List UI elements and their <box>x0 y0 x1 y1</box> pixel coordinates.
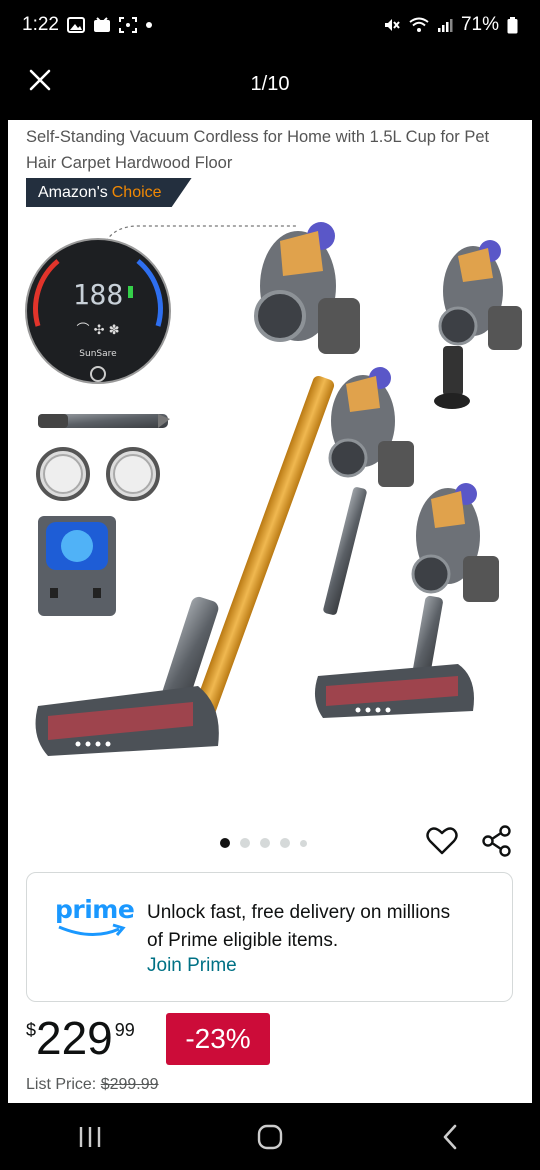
prime-promo-text: Unlock fast, free delivery on millions o… <box>147 902 451 951</box>
badge-accent: Choice <box>111 183 162 201</box>
pagination-dot-5[interactable] <box>300 839 307 847</box>
gallery-icon <box>66 17 85 33</box>
home-icon <box>257 1124 283 1149</box>
discount-badge: -23% <box>166 1013 270 1065</box>
display-readout: 188 <box>73 278 124 311</box>
home-button[interactable] <box>240 1117 300 1157</box>
vacuum-handheld-crevice <box>323 367 414 615</box>
display-brand: SunSare <box>79 349 117 359</box>
status-time: 1:22 <box>22 14 59 35</box>
status-right: 71% <box>383 14 518 36</box>
price-currency: $ <box>26 1020 37 1040</box>
wall-mount-accessory <box>38 516 116 616</box>
battery-percent: 71% <box>460 14 499 35</box>
vacuum-short-floor <box>314 483 499 718</box>
product-image[interactable]: 188 ⌒ ✣ ✽ SunSare <box>18 216 528 816</box>
price: $ 229 99 <box>26 1012 135 1064</box>
price-whole: 229 <box>36 1012 113 1064</box>
recents-icon <box>79 1126 101 1147</box>
price-fraction: 99 <box>114 1020 135 1040</box>
image-pagination[interactable] <box>220 838 307 848</box>
viewer-header: 1/10 <box>0 50 540 118</box>
list-price: List Price: $299.99 <box>26 1076 159 1094</box>
share-icon <box>482 825 511 857</box>
back-icon <box>443 1124 457 1149</box>
signal-icon <box>437 17 453 33</box>
wifi-icon <box>409 17 429 33</box>
dot-icon <box>145 21 153 29</box>
filters-accessory <box>36 447 160 501</box>
pagination-dot-2[interactable] <box>240 838 250 848</box>
status-left: 1:22 <box>22 14 153 36</box>
list-price-value: $299.99 <box>100 1076 159 1093</box>
close-button[interactable] <box>22 62 58 98</box>
join-prime-link[interactable]: Join Prime <box>147 955 237 977</box>
list-price-label: List Price: <box>26 1076 97 1093</box>
screenshot-icon <box>118 17 137 33</box>
app-notification-icon <box>93 17 111 33</box>
crevice-tool-accessory <box>38 414 170 428</box>
prime-logo: prime <box>55 895 135 924</box>
share-button[interactable] <box>481 825 513 857</box>
pagination-dot-4[interactable] <box>280 838 290 848</box>
prime-smile-icon <box>58 923 126 936</box>
pagination-dot-3[interactable] <box>260 838 270 848</box>
pagination-dot-1[interactable] <box>220 838 230 848</box>
image-counter: 1/10 <box>250 72 290 95</box>
recents-button[interactable] <box>60 1117 120 1157</box>
svg-text:⌒ ✣ ✽: ⌒ ✣ ✽ <box>76 323 119 338</box>
vacuum-handheld-brush <box>434 240 522 409</box>
wishlist-button[interactable] <box>426 825 458 857</box>
display-panel-accessory: 188 ⌒ ✣ ✽ SunSare <box>25 238 171 384</box>
heart-icon <box>426 827 458 855</box>
mute-icon <box>383 16 401 34</box>
badge-prefix: Amazon's <box>38 183 108 201</box>
close-icon <box>29 69 51 91</box>
product-card: Self-Standing Vacuum Cordless for Home w… <box>8 120 532 1103</box>
back-button[interactable] <box>420 1117 480 1157</box>
status-bar: 1:22 71% <box>0 0 540 50</box>
product-title[interactable]: Self-Standing Vacuum Cordless for Home w… <box>26 124 521 176</box>
amazons-choice-badge: Amazon's Choice <box>26 178 192 207</box>
prime-banner[interactable]: prime Unlock fast, free delivery on mill… <box>26 872 513 1002</box>
system-nav-bar <box>0 1103 540 1170</box>
battery-icon <box>507 16 518 34</box>
